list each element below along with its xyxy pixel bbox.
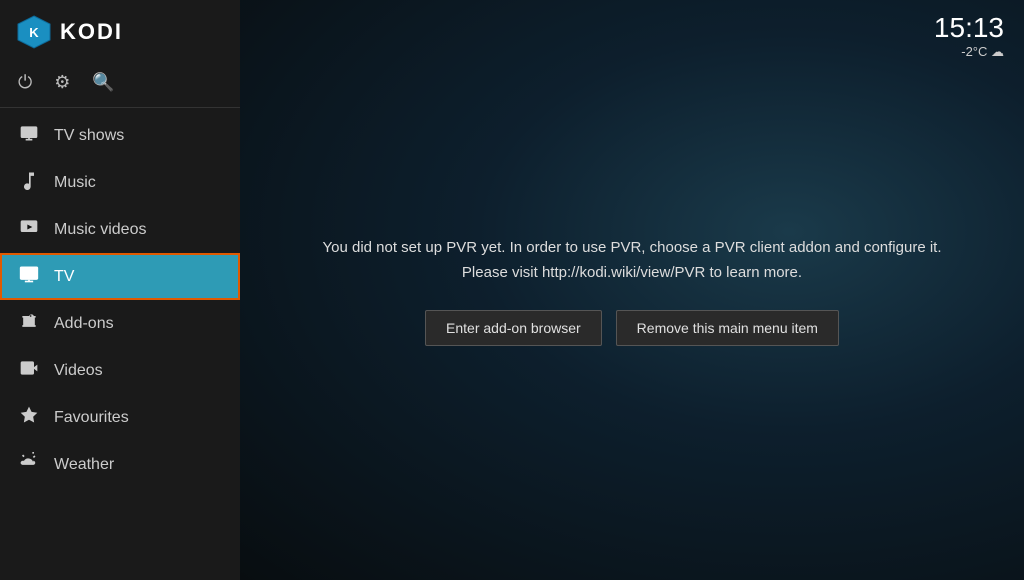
sidebar-item-tv-label: TV: [54, 268, 74, 286]
pvr-message-line1: You did not set up PVR yet. In order to …: [323, 239, 942, 256]
sidebar-item-music-label: Music: [54, 174, 96, 192]
sidebar: K KODI ⏻ ⚙ 🔍 TV shows Music: [0, 0, 240, 580]
sidebar-item-videos[interactable]: Videos: [0, 347, 240, 394]
clock-area: 15:13 -2°C ☁: [934, 14, 1004, 60]
weather-icon: [18, 452, 40, 477]
enter-addon-browser-button[interactable]: Enter add-on browser: [425, 310, 602, 346]
music-videos-icon: [18, 217, 40, 242]
svg-text:K: K: [29, 25, 39, 40]
music-icon: [18, 170, 40, 195]
pvr-message-line2: Please visit http://kodi.wiki/view/PVR t…: [462, 264, 802, 281]
app-container: K KODI ⏻ ⚙ 🔍 TV shows Music: [0, 0, 1024, 580]
sidebar-item-music[interactable]: Music: [0, 159, 240, 206]
top-bar: 15:13 -2°C ☁: [934, 0, 1024, 60]
sidebar-item-tv-shows[interactable]: TV shows: [0, 112, 240, 159]
sidebar-header: K KODI: [0, 0, 240, 64]
sidebar-item-tv[interactable]: TV: [0, 253, 240, 300]
sidebar-item-add-ons-label: Add-ons: [54, 315, 114, 333]
sidebar-item-weather[interactable]: Weather: [0, 441, 240, 488]
sidebar-item-music-videos-label: Music videos: [54, 221, 146, 239]
pvr-message-text: You did not set up PVR yet. In order to …: [323, 235, 942, 286]
sidebar-item-favourites[interactable]: Favourites: [0, 394, 240, 441]
app-title: KODI: [60, 19, 123, 45]
remove-menu-item-button[interactable]: Remove this main menu item: [616, 310, 839, 346]
main-content: 15:13 -2°C ☁ You did not set up PVR yet.…: [240, 0, 1024, 580]
videos-icon: [18, 358, 40, 383]
power-icon[interactable]: ⏻: [18, 72, 32, 93]
favourites-icon: [18, 405, 40, 430]
addons-icon: [18, 311, 40, 336]
sidebar-toolbar: ⏻ ⚙ 🔍: [0, 64, 240, 107]
pvr-buttons: Enter add-on browser Remove this main me…: [425, 310, 839, 346]
sidebar-item-music-videos[interactable]: Music videos: [0, 206, 240, 253]
sidebar-divider: [0, 107, 240, 108]
sidebar-item-videos-label: Videos: [54, 362, 103, 380]
tv-shows-icon: [18, 123, 40, 148]
clock-weather: -2°C ☁: [934, 44, 1004, 60]
sidebar-item-weather-label: Weather: [54, 456, 114, 474]
tv-icon: [18, 264, 40, 289]
search-icon[interactable]: 🔍: [92, 72, 114, 93]
pvr-message-area: You did not set up PVR yet. In order to …: [240, 0, 1024, 580]
clock-time: 15:13: [934, 14, 1004, 42]
sidebar-item-tv-shows-label: TV shows: [54, 127, 124, 145]
kodi-logo-icon: K: [16, 14, 52, 50]
sidebar-item-add-ons[interactable]: Add-ons: [0, 300, 240, 347]
sidebar-item-favourites-label: Favourites: [54, 409, 129, 427]
settings-icon[interactable]: ⚙: [54, 72, 70, 93]
